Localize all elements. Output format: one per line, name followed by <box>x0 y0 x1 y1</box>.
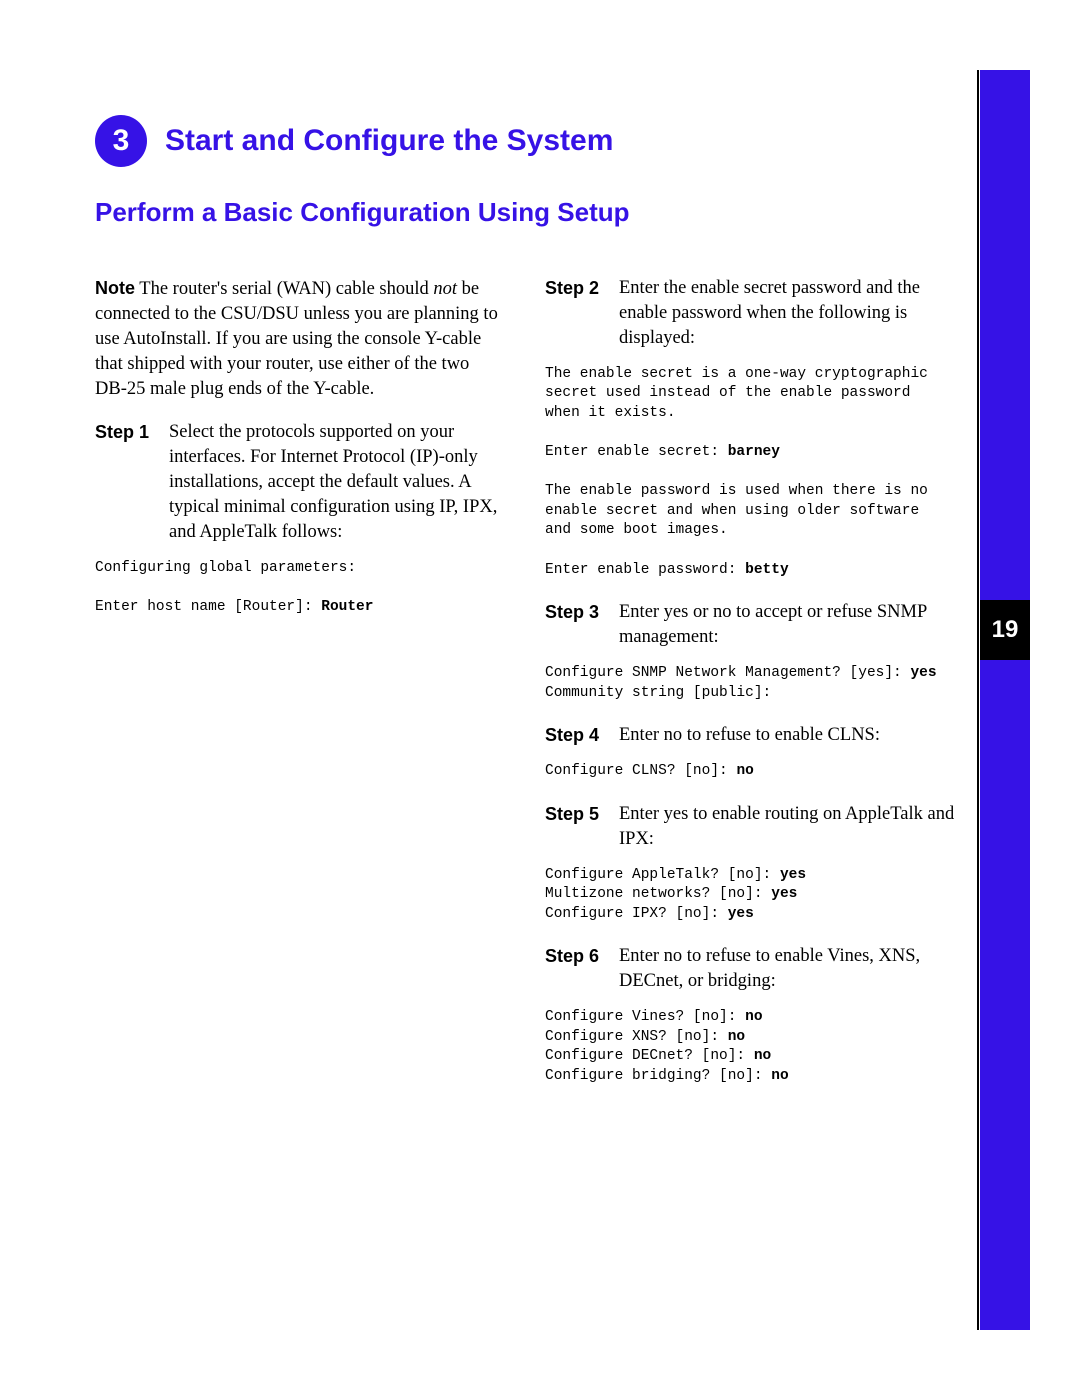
cli-prompt: Configure IPX? [no]: <box>545 906 728 922</box>
cli-prompt: Configure XNS? [no]: <box>545 1029 728 1045</box>
section-number-badge: 3 <box>95 115 147 167</box>
two-column-layout: Note The router's serial (WAN) cable sho… <box>95 276 965 1107</box>
cli-prompt: Configure CLNS? [no]: <box>545 763 736 779</box>
page: 19 3 Start and Configure the System Perf… <box>0 0 1080 1397</box>
content-area: 3 Start and Configure the System Perform… <box>95 115 965 1107</box>
cli-user-input: yes <box>728 906 754 922</box>
step-5-text: Enter yes to enable routing on AppleTalk… <box>619 802 955 852</box>
cli-prompt: Configure bridging? [no]: <box>545 1068 771 1084</box>
cli-line: Community string [public]: <box>545 685 771 701</box>
step-1: Step 1 Select the protocols supported on… <box>95 420 505 545</box>
cli-block-6: Configure Vines? [no]: no Configure XNS?… <box>545 1008 955 1086</box>
step-4-text: Enter no to refuse to enable CLNS: <box>619 723 880 748</box>
cli-user-input: yes <box>910 665 936 681</box>
cli-user-input: betty <box>745 562 789 578</box>
note-label: Note <box>95 278 135 298</box>
cli-block-5: Configure AppleTalk? [no]: yes Multizone… <box>545 866 955 925</box>
side-blue-bar <box>980 70 1030 1330</box>
step-5-label: Step 5 <box>545 802 605 852</box>
left-column: Note The router's serial (WAN) cable sho… <box>95 276 505 1107</box>
cli-user-input: no <box>728 1029 745 1045</box>
section-title: Start and Configure the System <box>165 124 613 158</box>
cli-user-input: no <box>736 763 753 779</box>
cli-user-input: yes <box>780 867 806 883</box>
cli-prompt: Enter host name [Router]: <box>95 599 321 615</box>
step-4: Step 4 Enter no to refuse to enable CLNS… <box>545 723 955 748</box>
step-1-text: Select the protocols supported on your i… <box>169 420 505 545</box>
cli-line: The enable password is used when there i… <box>545 483 928 538</box>
cli-user-input: no <box>754 1048 771 1064</box>
step-2: Step 2 Enter the enable secret password … <box>545 276 955 351</box>
cli-block-3: Configure SNMP Network Management? [yes]… <box>545 664 955 703</box>
cli-line: The enable secret is a one-way cryptogra… <box>545 366 928 421</box>
step-1-label: Step 1 <box>95 420 155 545</box>
cli-line: Configuring global parameters: <box>95 560 356 576</box>
cli-prompt: Enter enable secret: <box>545 444 728 460</box>
step-3: Step 3 Enter yes or no to accept or refu… <box>545 600 955 650</box>
section-heading: 3 Start and Configure the System <box>95 115 965 167</box>
step-4-label: Step 4 <box>545 723 605 748</box>
step-2-text: Enter the enable secret password and the… <box>619 276 955 351</box>
step-2-label: Step 2 <box>545 276 605 351</box>
cli-prompt: Configure AppleTalk? [no]: <box>545 867 780 883</box>
step-6-text: Enter no to refuse to enable Vines, XNS,… <box>619 944 955 994</box>
cli-user-input: Router <box>321 599 373 615</box>
page-number-tab: 19 <box>980 600 1030 660</box>
cli-prompt: Configure Vines? [no]: <box>545 1009 745 1025</box>
vertical-rule <box>977 70 979 1330</box>
cli-prompt: Multizone networks? [no]: <box>545 886 771 902</box>
cli-block-2: The enable secret is a one-way cryptogra… <box>545 365 955 580</box>
note-text-em: not <box>433 279 457 299</box>
step-6-label: Step 6 <box>545 944 605 994</box>
step-3-label: Step 3 <box>545 600 605 650</box>
section-number: 3 <box>113 124 130 158</box>
cli-user-input: no <box>745 1009 762 1025</box>
step-5: Step 5 Enter yes to enable routing on Ap… <box>545 802 955 852</box>
step-6: Step 6 Enter no to refuse to enable Vine… <box>545 944 955 994</box>
note-text-pre: The router's serial (WAN) cable should <box>139 279 433 299</box>
cli-prompt: Configure SNMP Network Management? [yes]… <box>545 665 910 681</box>
cli-user-input: no <box>771 1068 788 1084</box>
subsection-title: Perform a Basic Configuration Using Setu… <box>95 197 965 228</box>
cli-block-1: Configuring global parameters: Enter hos… <box>95 559 505 618</box>
cli-block-4: Configure CLNS? [no]: no <box>545 762 955 782</box>
cli-prompt: Configure DECnet? [no]: <box>545 1048 754 1064</box>
cli-user-input: yes <box>771 886 797 902</box>
right-column: Step 2 Enter the enable secret password … <box>545 276 955 1107</box>
page-number: 19 <box>992 616 1019 644</box>
step-3-text: Enter yes or no to accept or refuse SNMP… <box>619 600 955 650</box>
cli-user-input: barney <box>728 444 780 460</box>
cli-prompt: Enter enable password: <box>545 562 745 578</box>
note-paragraph: Note The router's serial (WAN) cable sho… <box>95 276 505 402</box>
